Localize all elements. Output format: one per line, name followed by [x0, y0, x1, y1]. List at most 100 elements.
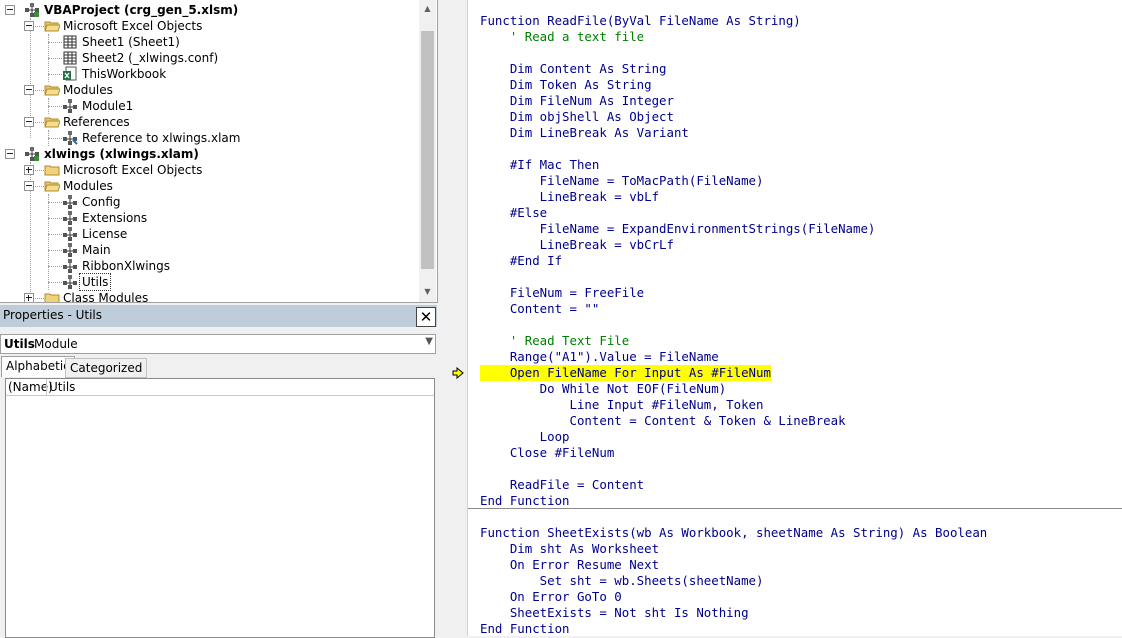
tree-item[interactable]: Microsoft Excel Objects	[0, 162, 418, 178]
code-line[interactable]: Set sht = wb.Sheets(sheetName)	[480, 573, 764, 589]
code-line[interactable]: Function SheetExists(wb As Workbook, she…	[480, 525, 987, 541]
code-line[interactable]: ReadFile = Content	[480, 477, 644, 493]
code-line[interactable]: FileName = ToMacPath(FileName)	[480, 173, 764, 189]
code-line[interactable]: On Error GoTo 0	[480, 589, 622, 605]
tree-item[interactable]: Extensions	[0, 210, 418, 226]
tab-alphabetic[interactable]: Alphabetic	[1, 356, 75, 377]
folder-open-icon	[44, 178, 61, 194]
tree-item[interactable]: References	[0, 114, 418, 130]
tree-connector-line	[48, 282, 62, 283]
tree-item[interactable]: Microsoft Excel Objects	[0, 18, 418, 34]
code-line[interactable]: FileName = ExpandEnvironmentStrings(File…	[480, 221, 876, 237]
tree-connector-line	[48, 74, 62, 75]
tree-item[interactable]: Module1	[0, 98, 418, 114]
collapse-icon[interactable]	[24, 85, 34, 95]
scroll-down-icon[interactable]: ▼	[419, 283, 436, 300]
tree-item[interactable]: ThisWorkbook	[0, 66, 418, 82]
code-line[interactable]: End Function	[480, 621, 570, 636]
tree-item[interactable]: Modules	[0, 82, 418, 98]
code-line[interactable]: LineBreak = vbLf	[480, 189, 659, 205]
tree-item[interactable]: VBAProject (crg_gen_5.xlsm)	[0, 2, 418, 18]
worksheet-icon	[62, 34, 78, 50]
current-execution-line[interactable]: Open FileName For Input As #FileNum	[480, 365, 771, 381]
tree-item[interactable]: xlwings (xlwings.xlam)	[0, 146, 418, 162]
tree-item-label: RibbonXlwings	[82, 259, 171, 273]
code-line[interactable]: Dim Content As String	[480, 61, 667, 77]
tree-item[interactable]: Reference to xlwings.xlam	[0, 130, 418, 146]
tree-item[interactable]: Config	[0, 194, 418, 210]
collapse-icon[interactable]	[5, 149, 15, 159]
code-line[interactable]: #Else	[480, 205, 547, 221]
tree-item-label: Reference to xlwings.xlam	[82, 131, 241, 145]
tree-item[interactable]: Sheet1 (Sheet1)	[0, 34, 418, 50]
tree-item[interactable]: License	[0, 226, 418, 242]
tree-item[interactable]: Sheet2 (_xlwings.conf)	[0, 50, 418, 66]
project-scrollbar[interactable]: ▲ ▼	[419, 0, 436, 302]
properties-grid[interactable]: (Name) Utils	[5, 378, 435, 638]
collapse-icon[interactable]	[5, 5, 15, 15]
code-line[interactable]: End Function	[480, 493, 570, 509]
property-value[interactable]: Utils	[49, 380, 75, 394]
property-row[interactable]: (Name) Utils	[6, 379, 434, 396]
tab-categorized[interactable]: Categorized	[65, 358, 148, 378]
code-line[interactable]: Line Input #FileNum, Token	[480, 397, 764, 413]
close-icon[interactable]: ✕	[416, 307, 436, 327]
tree-connector-line	[48, 106, 62, 107]
module-icon	[62, 226, 78, 242]
code-line[interactable]: ' Read Text File	[480, 333, 629, 349]
properties-title-bar: Properties - Utils	[0, 305, 437, 327]
code-line[interactable]: Content = Content & Token & LineBreak	[480, 413, 846, 429]
code-line[interactable]: #End If	[480, 253, 562, 269]
tree-connector-line	[48, 266, 62, 267]
code-line[interactable]: Content = ""	[480, 301, 600, 317]
tree-item[interactable]: Class Modules	[0, 290, 418, 302]
tree-connector-line	[48, 234, 62, 235]
code-line[interactable]: On Error Resume Next	[480, 557, 659, 573]
object-name: Utils	[4, 337, 35, 351]
chevron-down-icon[interactable]: ▼	[425, 336, 433, 347]
code-window[interactable]: Function ReadFile(ByVal FileName As Stri…	[468, 0, 1122, 636]
code-line[interactable]: Dim objShell As Object	[480, 109, 674, 125]
tree-item[interactable]: Utils	[0, 273, 418, 291]
collapse-icon[interactable]	[24, 181, 34, 191]
code-line[interactable]: LineBreak = vbCrLf	[480, 237, 674, 253]
code-line[interactable]: Dim sht As Worksheet	[480, 541, 659, 557]
object-selector[interactable]: Utils Module ▼	[0, 334, 436, 354]
tree-item-label: License	[82, 227, 128, 241]
tree-item[interactable]: Modules	[0, 178, 418, 194]
object-type: Module	[34, 337, 78, 351]
module-icon	[62, 194, 78, 210]
expand-icon[interactable]	[24, 165, 34, 175]
collapse-icon[interactable]	[24, 117, 34, 127]
folder-closed-icon	[44, 290, 60, 302]
project-explorer[interactable]: VBAProject (crg_gen_5.xlsm) Microsoft Exc…	[0, 0, 438, 303]
tree-connector-line	[48, 250, 62, 251]
code-line[interactable]: Function ReadFile(ByVal FileName As Stri…	[480, 13, 801, 29]
scroll-thumb[interactable]	[421, 31, 434, 269]
code-line[interactable]: Dim FileNum As Integer	[480, 93, 674, 109]
code-line[interactable]: Range("A1").Value = FileName	[480, 349, 719, 365]
tree-connector-line	[48, 202, 62, 203]
code-line[interactable]: Do While Not EOF(FileNum)	[480, 381, 727, 397]
module-icon	[62, 274, 78, 290]
code-margin-indicator-bar[interactable]	[445, 0, 468, 636]
code-line[interactable]: Dim Token As String	[480, 77, 652, 93]
code-line[interactable]: FileNum = FreeFile	[480, 285, 644, 301]
tree-item-label: Modules	[63, 179, 113, 193]
code-line[interactable]: ' Read a text file	[480, 29, 644, 45]
scroll-up-icon[interactable]: ▲	[419, 0, 436, 17]
tree-item[interactable]: Main	[0, 242, 418, 258]
worksheet-icon	[62, 50, 78, 66]
tree-item-label: Module1	[82, 99, 134, 113]
collapse-icon[interactable]	[24, 21, 34, 31]
code-line[interactable]: Close #FileNum	[480, 445, 614, 461]
code-line[interactable]: Dim LineBreak As Variant	[480, 125, 689, 141]
code-line[interactable]: Loop	[480, 429, 570, 445]
code-line[interactable]: #If Mac Then	[480, 157, 600, 173]
code-line[interactable]: SheetExists = Not sht Is Nothing	[480, 605, 749, 621]
tree-item-label: Sheet2 (_xlwings.conf)	[82, 51, 219, 65]
expand-icon[interactable]	[24, 293, 34, 302]
folder-open-icon	[44, 82, 61, 98]
tree-item[interactable]: RibbonXlwings	[0, 258, 418, 274]
module-icon	[62, 210, 78, 226]
